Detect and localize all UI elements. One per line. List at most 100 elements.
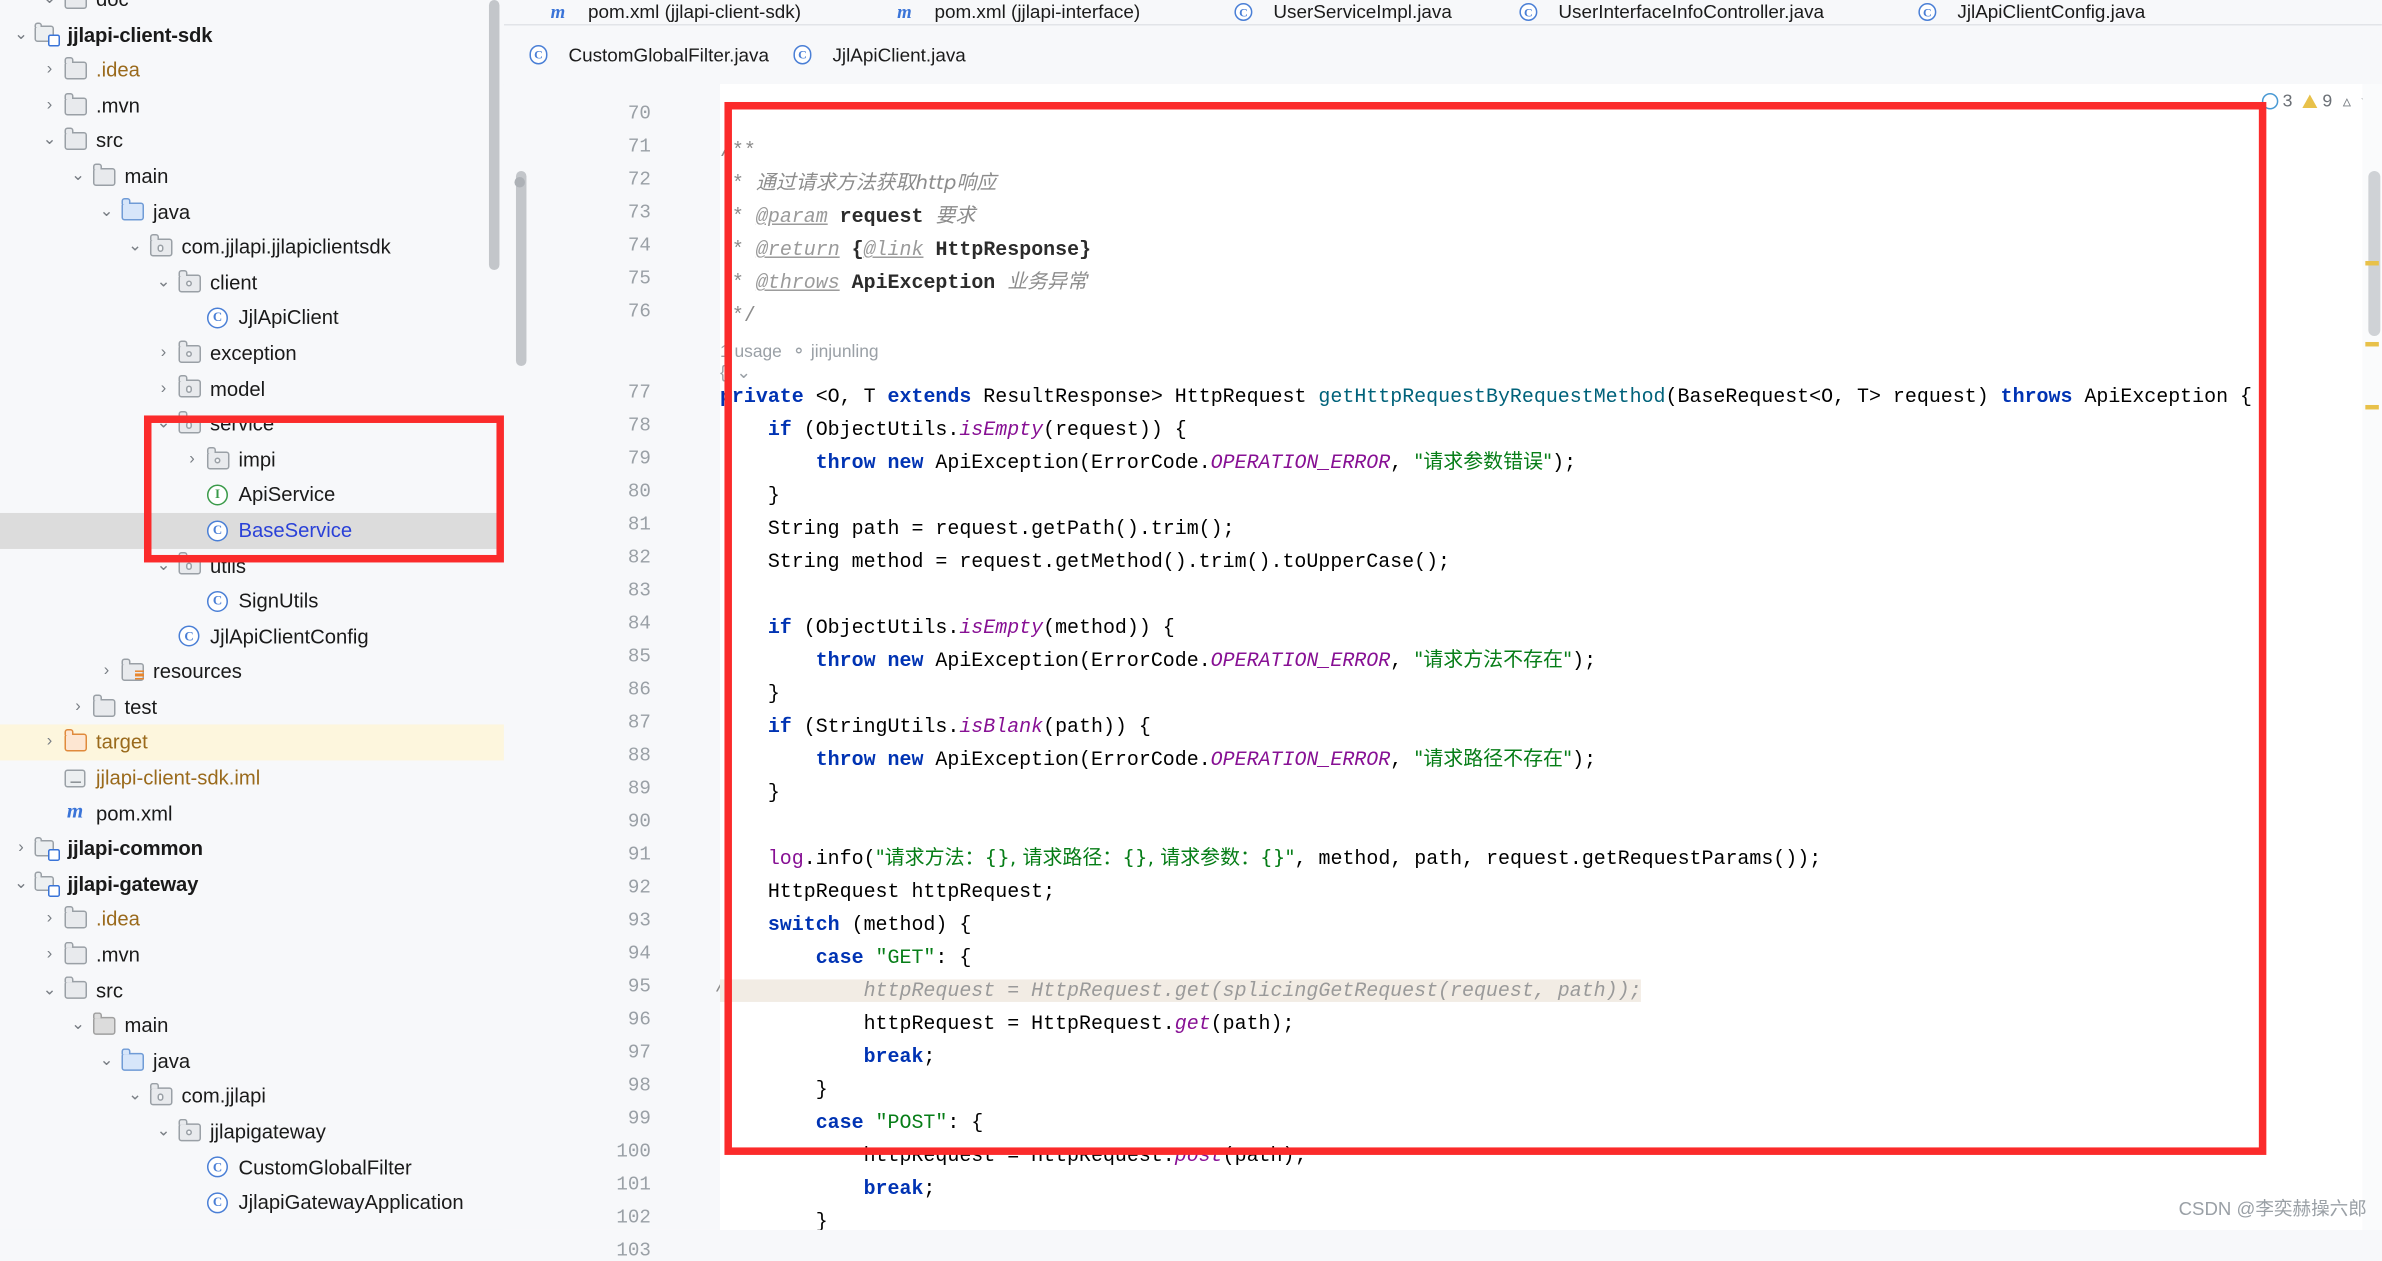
- editor-tab-userinterfaceinfocontroller-java[interactable]: C UserInterfaceInfoController.java: [1515, 0, 1824, 24]
- chevron-down-icon[interactable]: ⌄: [9, 867, 33, 902]
- error-count-pill[interactable]: 3: [2261, 90, 2292, 111]
- chevron-down-icon[interactable]: ⌄: [66, 1008, 90, 1043]
- tree-node-jjlapigatewayapplication[interactable]: ›CJjlapiGatewayApplication: [0, 1185, 504, 1220]
- chevron-down-icon[interactable]: ⌄: [151, 265, 175, 300]
- chevron-right-icon[interactable]: ›: [37, 53, 61, 88]
- code-line[interactable]: }: [720, 1206, 828, 1229]
- code-line[interactable]: * @throws ApiException 业务异常: [720, 267, 1087, 300]
- gutter-line-number[interactable]: 83: [597, 579, 651, 601]
- editor-vertical-scrollbar[interactable]: [2368, 170, 2381, 336]
- tree-node-main[interactable]: ⌄ main: [0, 159, 504, 194]
- chevron-up-icon[interactable]: ▵: [2343, 91, 2351, 110]
- tree-node-signutils[interactable]: ›CSignUtils: [0, 584, 504, 619]
- tree-node-java[interactable]: ⌄ java: [0, 194, 504, 229]
- gutter-line-number[interactable]: 90: [597, 810, 651, 832]
- code-line[interactable]: if (ObjectUtils.isEmpty(request)) {: [720, 414, 1187, 447]
- editor-tab-pom-xml-jjlapi-client-sdk[interactable]: m pom.xml (jjlapi-client-sdk): [544, 0, 801, 24]
- tree-node-pom-xml[interactable]: ›mpom.xml: [0, 796, 504, 831]
- tree-node-com-jjlapi[interactable]: ⌄ com.jjlapi: [0, 1079, 504, 1114]
- gutter-line-number[interactable]: 102: [597, 1206, 651, 1228]
- gutter-line-number[interactable]: 99: [597, 1107, 651, 1129]
- tree-node-java[interactable]: ⌄ java: [0, 1044, 504, 1079]
- gutter-line-number[interactable]: 72: [597, 168, 651, 190]
- chevron-right-icon[interactable]: ›: [37, 88, 61, 123]
- chevron-right-icon[interactable]: ›: [37, 902, 61, 937]
- tree-node-com-jjlapi-jjlapiclientsdk[interactable]: ⌄ com.jjlapi.jjlapiclientsdk: [0, 230, 504, 265]
- tree-node-doc[interactable]: ⌄ doc: [0, 0, 504, 17]
- editor-marker-bar[interactable]: [2362, 83, 2382, 1230]
- tree-node-jjlapi-gateway[interactable]: ⌄ jjlapi-gateway: [0, 867, 504, 902]
- code-line[interactable]: String method = request.getMethod().trim…: [720, 546, 1450, 579]
- gutter-line-number[interactable]: 75: [597, 267, 651, 289]
- tree-node-baseservice[interactable]: ›CBaseService: [0, 512, 504, 549]
- editor-tab-pom-xml-jjlapi-interface[interactable]: m pom.xml (jjlapi-interface): [891, 0, 1140, 24]
- tree-node-jjlapigateway[interactable]: ⌄ jjlapigateway: [0, 1114, 504, 1149]
- gutter-line-number[interactable]: 71: [597, 135, 651, 157]
- gutter-line-number[interactable]: 103: [597, 1239, 651, 1261]
- tree-node-utils[interactable]: ⌄ utils: [0, 548, 504, 583]
- gutter-line-number[interactable]: 70: [597, 102, 651, 124]
- chevron-right-icon[interactable]: ›: [9, 831, 33, 866]
- chevron-down-icon[interactable]: ⌄: [9, 17, 33, 52]
- gutter-line-number[interactable]: 81: [597, 513, 651, 535]
- chevron-down-icon[interactable]: ⌄: [94, 1044, 118, 1079]
- tree-node-jjlapi-client-sdk-iml[interactable]: ›jjlapi-client-sdk.iml: [0, 761, 504, 796]
- chevron-down-icon[interactable]: ⌄: [37, 0, 61, 17]
- code-line[interactable]: }: [720, 678, 780, 711]
- code-line[interactable]: log.info("请求方法：{}, 请求路径：{}, 请求参数：{}", me…: [720, 843, 1821, 876]
- gutter-line-number[interactable]: 87: [597, 711, 651, 733]
- gutter-line-number[interactable]: 100: [597, 1140, 651, 1162]
- gutter-line-number[interactable]: 96: [597, 1008, 651, 1030]
- code-line[interactable]: HttpRequest httpRequest;: [720, 876, 1055, 909]
- code-line[interactable]: throw new ApiException(ErrorCode.OPERATI…: [720, 447, 1576, 480]
- chevron-right-icon[interactable]: ›: [37, 937, 61, 972]
- code-line[interactable]: throw new ApiException(ErrorCode.OPERATI…: [720, 744, 1596, 777]
- gutter-line-number[interactable]: 74: [597, 234, 651, 256]
- project-tree[interactable]: ⌄doc⌄jjlapi-client-sdk›.idea›.mvn⌄src⌄ma…: [0, 0, 504, 1221]
- chevron-right-icon[interactable]: ›: [151, 371, 175, 406]
- tree-node-client[interactable]: ⌄ client: [0, 265, 504, 300]
- code-line[interactable]: * 通过请求方法获取http响应: [720, 168, 996, 201]
- chevron-down-icon[interactable]: ⌄: [37, 124, 61, 159]
- gutter-line-number[interactable]: 88: [597, 744, 651, 766]
- code-line[interactable]: httpRequest = HttpRequest.get(splicingGe…: [719, 975, 1642, 1008]
- code-line[interactable]: * @return {@link HttpResponse}: [720, 234, 1091, 267]
- tree-node-jjlapi-common[interactable]: › jjlapi-common: [0, 831, 504, 866]
- code-line[interactable]: case "GET": {: [720, 942, 972, 975]
- code-line[interactable]: throw new ApiException(ErrorCode.OPERATI…: [720, 645, 1596, 678]
- chevron-down-icon[interactable]: ⌄: [37, 973, 61, 1008]
- tree-node-jjlapiclientconfig[interactable]: ›CJjlApiClientConfig: [0, 619, 504, 654]
- project-tool-window[interactable]: ⌄doc⌄jjlapi-client-sdk›.idea›.mvn⌄src⌄ma…: [0, 0, 504, 1230]
- gutter-line-number[interactable]: 95: [597, 975, 651, 997]
- code-line[interactable]: }: [720, 1074, 828, 1107]
- marker-warning[interactable]: [2365, 341, 2379, 347]
- code-line[interactable]: if (ObjectUtils.isEmpty(method)) {: [720, 612, 1175, 645]
- gutter-line-number[interactable]: 98: [597, 1074, 651, 1096]
- editor-tab-jjlapiclientconfig-java[interactable]: C JjlApiClientConfig.java: [1914, 0, 2145, 24]
- chevron-down-icon[interactable]: ⌄: [94, 194, 118, 229]
- warning-count-pill[interactable]: 9: [2302, 90, 2332, 111]
- tree-node-exception[interactable]: › exception: [0, 336, 504, 371]
- gutter-line-number[interactable]: 76: [597, 300, 651, 322]
- gutter-line-number[interactable]: 79: [597, 447, 651, 469]
- code-line[interactable]: if (StringUtils.isBlank(path)) {: [720, 711, 1151, 744]
- gutter-line-number[interactable]: 85: [597, 645, 651, 667]
- editor-tab-userserviceimpl-java[interactable]: C UserServiceImpl.java: [1230, 0, 1452, 24]
- tree-node-model[interactable]: › model: [0, 371, 504, 406]
- sidebar-scrollbar[interactable]: [488, 0, 500, 270]
- chevron-right-icon[interactable]: ›: [94, 654, 118, 689]
- gutter-line-number[interactable]: 101: [597, 1173, 651, 1195]
- chevron-down-icon[interactable]: ⌄: [123, 230, 147, 265]
- chevron-right-icon[interactable]: ›: [66, 690, 90, 725]
- code-line[interactable]: */: [720, 300, 756, 333]
- editor-tab-strip-row1[interactable]: m pom.xml (jjlapi-client-sdk) m pom.xml (jj…: [503, 0, 2382, 26]
- gutter-line-number[interactable]: 92: [597, 876, 651, 898]
- tree-node-target[interactable]: › target: [0, 725, 504, 761]
- tree-node-mvn[interactable]: › .mvn: [0, 937, 504, 972]
- gutter-scrollbar[interactable]: [515, 170, 527, 366]
- tree-node-idea[interactable]: › .idea: [0, 53, 504, 88]
- editor-tab-strip-row2[interactable]: C CustomGlobalFilter.java C JjlApiClient.ja…: [503, 25, 2382, 86]
- code-line[interactable]: break;: [720, 1041, 936, 1074]
- breakpoint-dot-icon[interactable]: [514, 176, 525, 188]
- tree-node-resources[interactable]: › resources: [0, 654, 504, 689]
